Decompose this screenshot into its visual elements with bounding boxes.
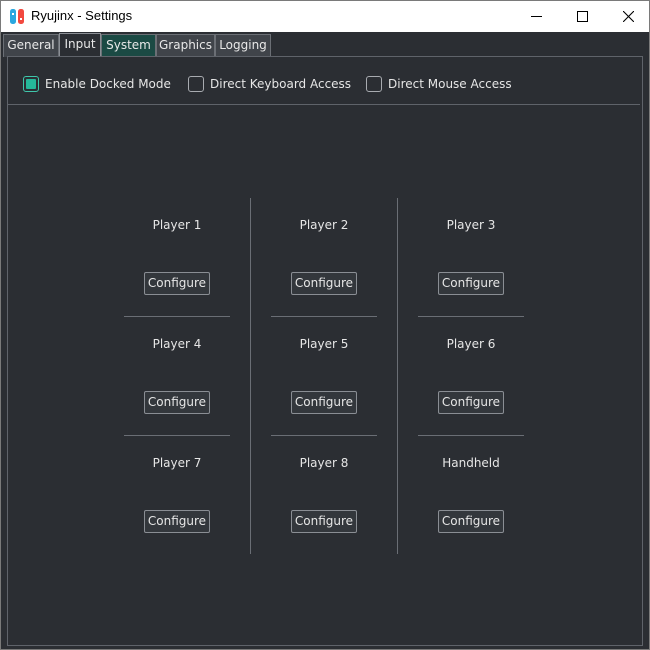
column-divider [397,198,398,554]
player-7-label: Player 7 [152,456,202,470]
maximize-icon [576,11,588,22]
player-6-configure-button[interactable]: Configure [438,391,504,414]
row-divider [124,316,230,317]
column-divider [250,198,251,554]
keyboard-access-option[interactable]: Direct Keyboard Access [188,75,351,93]
player-3-label: Player 3 [446,218,496,232]
row-divider [271,316,377,317]
tab-logging[interactable]: Logging [215,34,271,57]
docked-mode-checkbox[interactable] [23,76,39,92]
docked-mode-option[interactable]: Enable Docked Mode [23,75,171,93]
player-1-label: Player 1 [152,218,202,232]
title-bar[interactable]: Ryujinx - Settings [1,1,649,32]
player-1-configure-button[interactable]: Configure [144,272,210,295]
player-4-configure-button[interactable]: Configure [144,391,210,414]
close-icon [622,11,634,22]
player-2-configure-button[interactable]: Configure [291,272,357,295]
row-divider [418,316,524,317]
player-7-configure-button[interactable]: Configure [144,510,210,533]
minimize-button[interactable] [513,1,559,32]
player-6-label: Player 6 [446,337,496,351]
mouse-access-label: Direct Mouse Access [388,77,512,91]
tab-input[interactable]: Input [59,33,101,58]
minimize-icon [530,16,542,17]
player-3-configure-button[interactable]: Configure [438,272,504,295]
input-settings-panel: Enable Docked Mode Direct Keyboard Acces… [7,56,643,646]
keyboard-access-checkbox[interactable] [188,76,204,92]
player-8-configure-button[interactable]: Configure [291,510,357,533]
player-8-label: Player 8 [299,456,349,470]
ryujinx-logo-icon [10,9,24,24]
mouse-access-checkbox[interactable] [366,76,382,92]
mouse-access-option[interactable]: Direct Mouse Access [366,75,512,93]
tab-general[interactable]: General [3,34,59,57]
row-divider [271,435,377,436]
keyboard-access-label: Direct Keyboard Access [210,77,352,91]
tab-system[interactable]: System [101,34,156,57]
maximize-button[interactable] [559,1,605,32]
tab-graphics[interactable]: Graphics [156,34,215,57]
options-divider [8,104,640,105]
close-button[interactable] [605,1,650,32]
handheld-configure-button[interactable]: Configure [438,510,504,533]
window-title: Ryujinx - Settings [31,8,133,23]
player-5-configure-button[interactable]: Configure [291,391,357,414]
row-divider [124,435,230,436]
settings-window: Ryujinx - Settings General Input System … [0,0,650,650]
tab-bar: General Input System Graphics Logging [1,32,649,58]
player-5-label: Player 5 [299,337,349,351]
player-4-label: Player 4 [152,337,202,351]
docked-mode-label: Enable Docked Mode [45,77,171,91]
handheld-label: Handheld [442,456,500,470]
row-divider [418,435,524,436]
player-2-label: Player 2 [299,218,349,232]
